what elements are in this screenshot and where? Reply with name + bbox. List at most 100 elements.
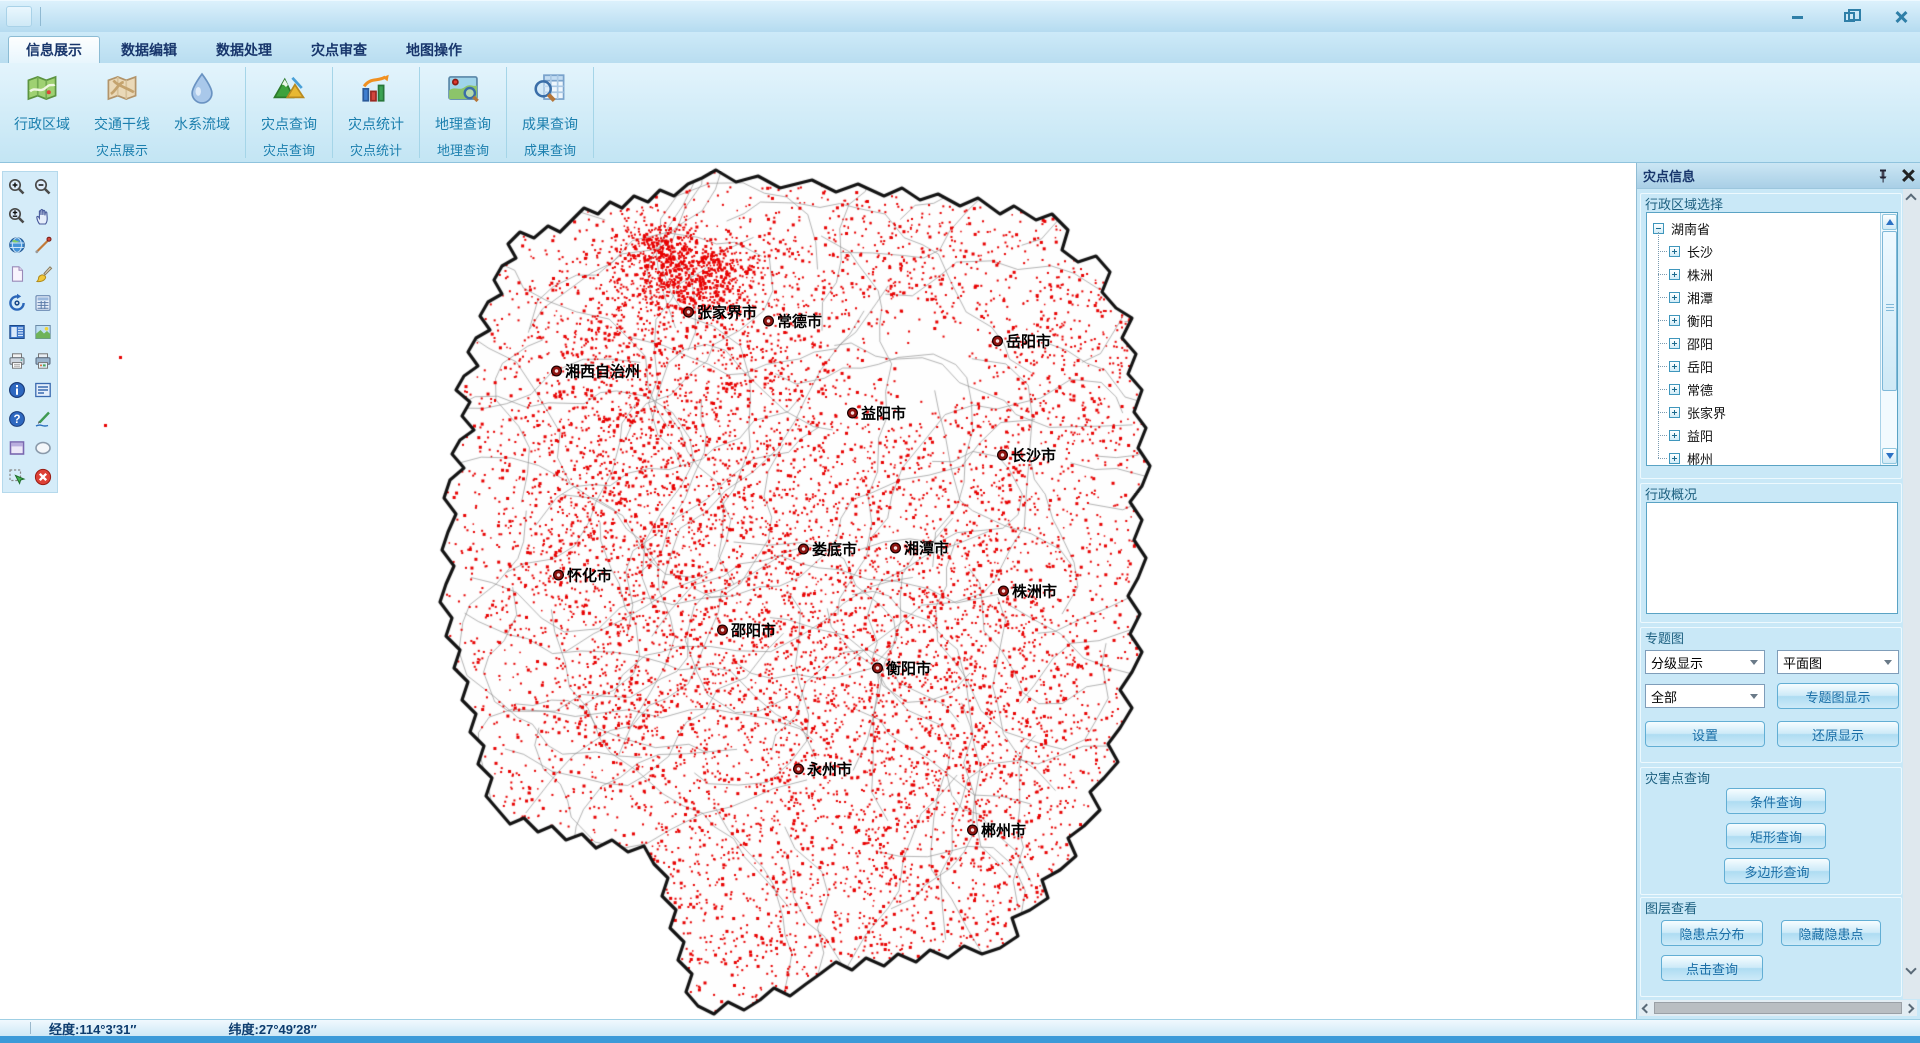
ribbon-button-交通干线[interactable]: 交通干线	[82, 65, 162, 134]
expand-icon[interactable]	[1669, 269, 1680, 280]
condition-query-button[interactable]: 条件查询	[1726, 788, 1826, 814]
tree-node-root[interactable]: 湖南省	[1653, 217, 1895, 240]
ribbon-group-separator	[245, 67, 246, 158]
click-query-button[interactable]: 点击查询	[1661, 955, 1763, 981]
horizontal-scroll-thumb[interactable]	[1654, 1002, 1902, 1014]
zoom-out-icon[interactable]	[31, 176, 55, 198]
select-ellipse-icon[interactable]	[31, 437, 55, 459]
thematic-show-button[interactable]: 专题图显示	[1777, 683, 1899, 709]
select-rectangle-icon[interactable]	[5, 437, 29, 459]
clear-page-icon[interactable]	[5, 263, 29, 285]
panel-vertical-scrollbar[interactable]	[1903, 189, 1920, 999]
panel-close-icon[interactable]	[1901, 169, 1914, 182]
globe-icon[interactable]	[5, 234, 29, 256]
scroll-down-icon[interactable]	[1905, 963, 1916, 974]
sketch-icon[interactable]	[31, 408, 55, 430]
chevron-down-icon	[1750, 694, 1758, 699]
window-restore-button[interactable]	[1836, 6, 1862, 28]
legend-window-icon[interactable]	[31, 379, 55, 401]
help-icon[interactable]: ?	[5, 408, 29, 430]
scroll-up-icon[interactable]	[1905, 193, 1916, 204]
grade-display-select[interactable]: 分级显示	[1645, 650, 1765, 674]
expand-icon[interactable]	[1669, 338, 1680, 349]
tree-node-益阳[interactable]: 益阳	[1669, 424, 1895, 447]
pan-hand-icon[interactable]	[31, 205, 55, 227]
title-bar	[0, 0, 1920, 32]
tree-node-张家界[interactable]: 张家界	[1669, 401, 1895, 424]
window-minimize-button[interactable]	[1784, 6, 1810, 28]
overview-textbox[interactable]	[1646, 502, 1898, 614]
tab-地图操作[interactable]: 地图操作	[388, 36, 480, 63]
quick-access-toolbar[interactable]	[6, 6, 32, 27]
tree-node-郴州[interactable]: 郴州	[1669, 447, 1895, 466]
mountain-icon	[272, 71, 306, 110]
tree-node-衡阳[interactable]: 衡阳	[1669, 309, 1895, 332]
print-preview-icon[interactable]	[31, 350, 55, 372]
expand-icon[interactable]	[1669, 430, 1680, 441]
tab-灾点审查[interactable]: 灾点审查	[293, 36, 385, 63]
expand-icon[interactable]	[1669, 407, 1680, 418]
brush-icon[interactable]	[31, 263, 55, 285]
refresh-view-icon[interactable]	[5, 292, 29, 314]
tree-scrollbar[interactable]	[1880, 213, 1897, 465]
export-image-icon[interactable]	[31, 321, 55, 343]
hide-hazard-button[interactable]: 隐藏隐患点	[1781, 920, 1881, 946]
thematic-title: 专题图	[1645, 628, 1684, 647]
ribbon-button-水系流域[interactable]: 水系流域	[162, 65, 242, 134]
tree-node-株洲[interactable]: 株洲	[1669, 263, 1895, 286]
expand-icon[interactable]	[1669, 315, 1680, 326]
measure-pin-icon[interactable]	[31, 234, 55, 256]
rectangle-query-button[interactable]: 矩形查询	[1726, 823, 1826, 849]
tree-node-湘潭[interactable]: 湘潭	[1669, 286, 1895, 309]
settings-button[interactable]: 设置	[1645, 721, 1765, 747]
ribbon-group-separator	[506, 67, 507, 158]
region-tree[interactable]: 湖南省长沙株洲湘潭衡阳邵阳岳阳常德张家界益阳郴州	[1646, 212, 1898, 466]
map-type-select[interactable]: 平面图	[1777, 650, 1899, 674]
panel-horizontal-scrollbar[interactable]	[1639, 1000, 1917, 1016]
tree-node-长沙[interactable]: 长沙	[1669, 240, 1895, 263]
status-bar: 经度:114°3′31″ 纬度:27°49′28″	[0, 1019, 1920, 1036]
delete-icon[interactable]	[31, 466, 55, 488]
expand-icon[interactable]	[1669, 292, 1680, 303]
ribbon-group-label: 灾点查询	[249, 140, 329, 162]
scroll-right-icon[interactable]	[1905, 1003, 1915, 1013]
print-icon[interactable]	[5, 350, 29, 372]
expand-icon[interactable]	[1669, 384, 1680, 395]
ribbon-group-separator	[332, 67, 333, 158]
expand-icon[interactable]	[1669, 453, 1680, 464]
tree-node-常德[interactable]: 常德	[1669, 378, 1895, 401]
polygon-query-button[interactable]: 多边形查询	[1724, 858, 1830, 884]
info-icon[interactable]	[5, 379, 29, 401]
layer-window-icon[interactable]	[5, 321, 29, 343]
ribbon-button-地理查询[interactable]: 地理查询	[423, 65, 503, 134]
tree-scroll-down-icon[interactable]	[1882, 448, 1897, 464]
tab-数据编辑[interactable]: 数据编辑	[103, 36, 195, 63]
expand-icon[interactable]	[1669, 246, 1680, 257]
tree-scroll-up-icon[interactable]	[1882, 214, 1897, 230]
ribbon-button-label: 交通干线	[94, 114, 150, 134]
tree-node-岳阳[interactable]: 岳阳	[1669, 355, 1895, 378]
pin-icon[interactable]	[1875, 168, 1891, 184]
window-close-button[interactable]	[1888, 6, 1914, 28]
tab-信息展示[interactable]: 信息展示	[8, 36, 100, 63]
tab-数据处理[interactable]: 数据处理	[198, 36, 290, 63]
select-polygon-icon[interactable]	[5, 466, 29, 488]
restore-display-button[interactable]: 还原显示	[1777, 721, 1899, 747]
scroll-left-icon[interactable]	[1642, 1003, 1652, 1013]
ribbon-button-成果查询[interactable]: 成果查询	[510, 65, 590, 134]
ribbon-group-label: 成果查询	[510, 140, 590, 162]
ribbon-button-灾点统计[interactable]: 灾点统计	[336, 65, 416, 134]
tree-node-label: 常德	[1687, 380, 1713, 399]
zoom-extent-icon[interactable]	[5, 205, 29, 227]
expand-icon[interactable]	[1669, 361, 1680, 372]
tree-node-邵阳[interactable]: 邵阳	[1669, 332, 1895, 355]
ribbon: 行政区域交通干线水系流域灾点展示灾点查询灾点查询灾点统计灾点统计地理查询地理查询…	[0, 63, 1920, 163]
attribute-table-icon[interactable]	[31, 292, 55, 314]
ribbon-button-行政区域[interactable]: 行政区域	[2, 65, 82, 134]
ribbon-button-灾点查询[interactable]: 灾点查询	[249, 65, 329, 134]
scope-select[interactable]: 全部	[1645, 684, 1765, 708]
map-canvas[interactable]	[0, 163, 1636, 1019]
hazard-distribution-button[interactable]: 隐患点分布	[1661, 920, 1763, 946]
tree-scroll-thumb[interactable]	[1882, 231, 1897, 391]
zoom-in-icon[interactable]	[5, 176, 29, 198]
